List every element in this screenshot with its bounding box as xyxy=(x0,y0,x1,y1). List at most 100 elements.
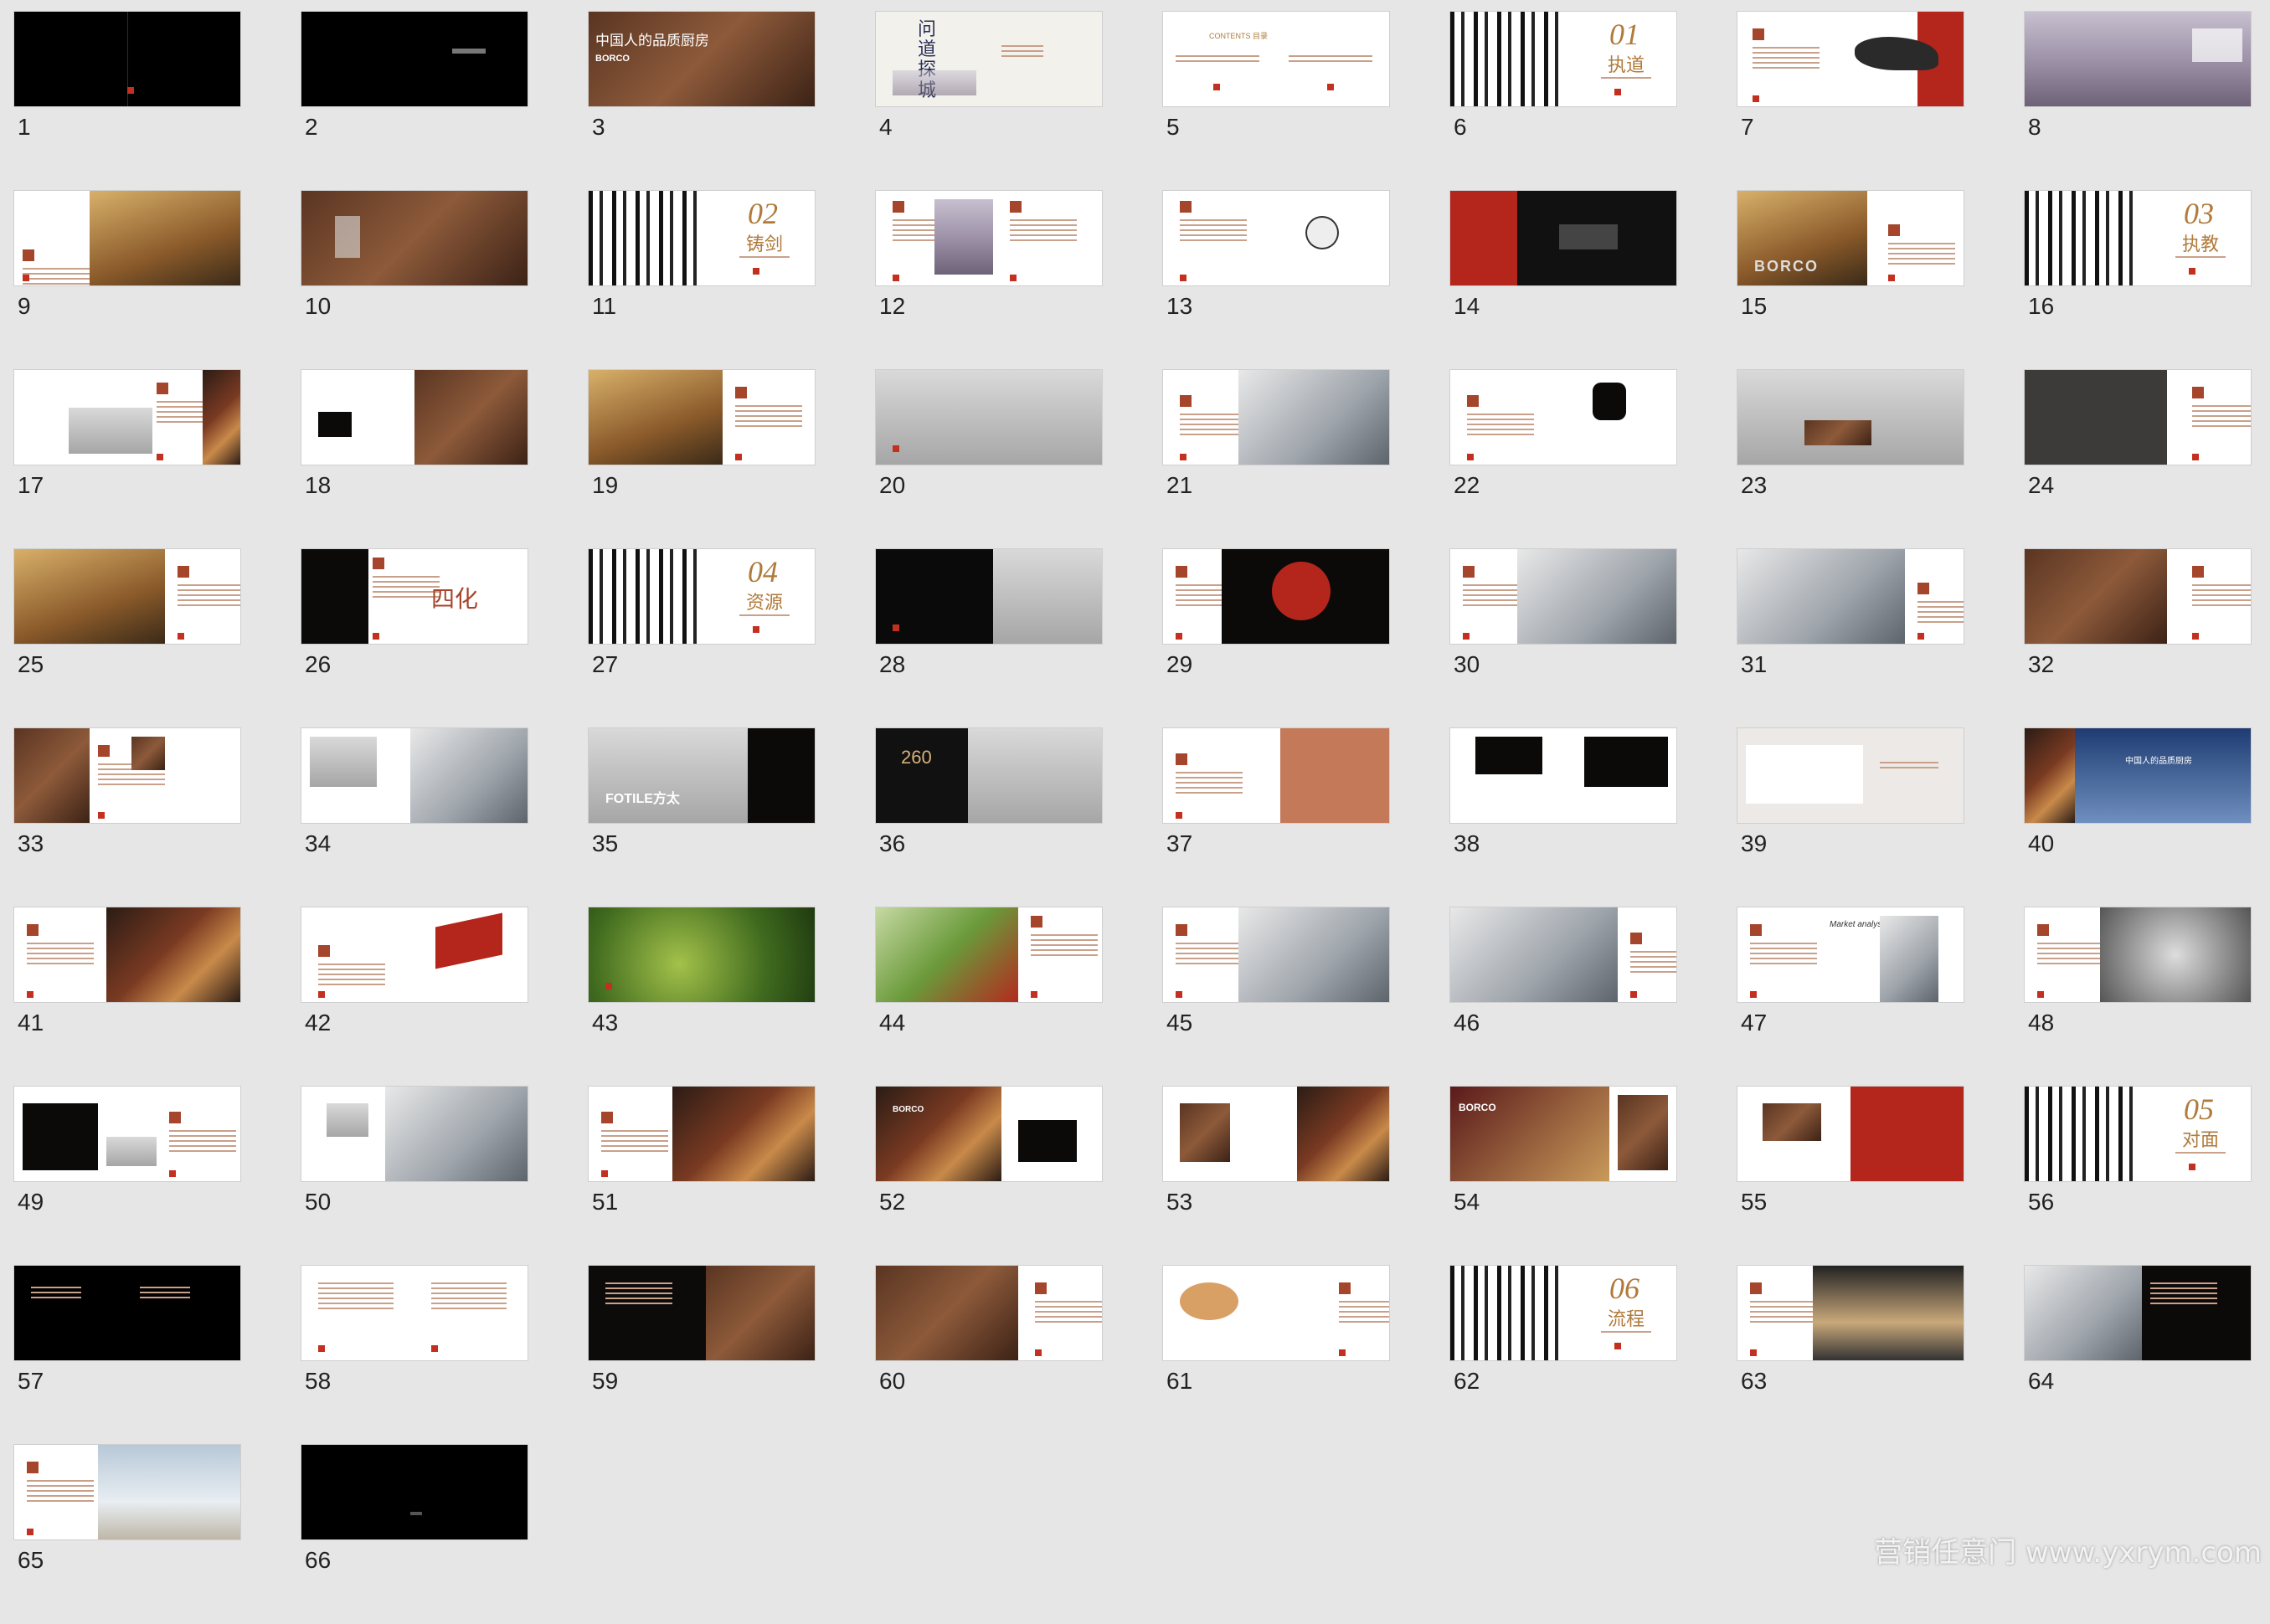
slide-item[interactable]: 四化 26 xyxy=(301,549,528,728)
slide-item[interactable]: 25 xyxy=(14,549,240,728)
slide-item[interactable]: 63 xyxy=(1737,1266,1964,1445)
slide-thumbnail[interactable] xyxy=(589,1266,815,1360)
slide-item[interactable]: 37 xyxy=(1163,728,1389,907)
slide-item[interactable]: BORCO 15 xyxy=(1737,191,1964,370)
slide-item[interactable]: 59 xyxy=(589,1266,815,1445)
slide-thumbnail[interactable] xyxy=(14,1087,240,1181)
slide-thumbnail[interactable] xyxy=(1163,1087,1389,1181)
slide-item[interactable]: 17 xyxy=(14,370,240,549)
slide-item[interactable]: 28 xyxy=(876,549,1102,728)
slide-item[interactable]: 32 xyxy=(2025,549,2251,728)
slide-item[interactable]: 8 xyxy=(2025,12,2251,191)
slide-thumbnail[interactable] xyxy=(876,1266,1102,1360)
slide-item[interactable]: 34 xyxy=(301,728,528,907)
slide-item[interactable]: 43 xyxy=(589,907,815,1087)
slide-thumbnail[interactable] xyxy=(1737,1266,1964,1360)
slide-thumbnail[interactable] xyxy=(14,1266,240,1360)
slide-thumbnail[interactable] xyxy=(301,907,528,1002)
slide-thumbnail[interactable] xyxy=(589,907,815,1002)
slide-thumbnail[interactable]: 中国人的品质厨房 xyxy=(2025,728,2251,823)
slide-item[interactable]: 46 xyxy=(1450,907,1676,1087)
slide-item[interactable]: 61 xyxy=(1163,1266,1389,1445)
slide-item[interactable]: BORCO 54 xyxy=(1450,1087,1676,1266)
slide-item[interactable]: 9 xyxy=(14,191,240,370)
slide-thumbnail[interactable] xyxy=(1450,549,1676,644)
slide-thumbnail[interactable] xyxy=(1737,12,1964,106)
slide-thumbnail[interactable] xyxy=(14,728,240,823)
slide-thumbnail[interactable]: CONTENTS 目录 xyxy=(1163,12,1389,106)
slide-thumbnail[interactable] xyxy=(1450,370,1676,465)
slide-thumbnail[interactable] xyxy=(589,1087,815,1181)
slide-item[interactable]: 12 xyxy=(876,191,1102,370)
slide-thumbnail[interactable] xyxy=(876,191,1102,285)
slide-thumbnail[interactable] xyxy=(301,12,528,106)
slide-thumbnail[interactable]: 260 xyxy=(876,728,1102,823)
slide-item[interactable]: 06 流程 62 xyxy=(1450,1266,1676,1445)
slide-item[interactable]: 49 xyxy=(14,1087,240,1266)
slide-thumbnail[interactable] xyxy=(14,1445,240,1539)
slide-thumbnail[interactable] xyxy=(14,12,240,106)
slide-item[interactable]: 42 xyxy=(301,907,528,1087)
slide-item[interactable]: 21 xyxy=(1163,370,1389,549)
slide-item[interactable]: 260 36 xyxy=(876,728,1102,907)
slide-thumbnail[interactable] xyxy=(2025,1266,2251,1360)
slide-thumbnail[interactable] xyxy=(1163,907,1389,1002)
slide-item[interactable]: 1 xyxy=(14,12,240,191)
slide-thumbnail[interactable] xyxy=(2025,12,2251,106)
slide-thumbnail[interactable] xyxy=(876,370,1102,465)
slide-item[interactable]: 64 xyxy=(2025,1266,2251,1445)
slide-item[interactable]: 60 xyxy=(876,1266,1102,1445)
slide-item[interactable]: 58 xyxy=(301,1266,528,1445)
slide-item[interactable]: 30 xyxy=(1450,549,1676,728)
slide-thumbnail[interactable] xyxy=(1737,1087,1964,1181)
slide-thumbnail[interactable] xyxy=(2025,549,2251,644)
slide-thumbnail[interactable] xyxy=(301,1087,528,1181)
slide-thumbnail[interactable] xyxy=(876,549,1102,644)
slide-thumbnail[interactable] xyxy=(14,907,240,1002)
slide-item[interactable]: 20 xyxy=(876,370,1102,549)
slide-item[interactable]: BORCO 52 xyxy=(876,1087,1102,1266)
slide-thumbnail[interactable]: 四化 xyxy=(301,549,528,644)
slide-item[interactable]: 02 铸剑 11 xyxy=(589,191,815,370)
slide-item[interactable]: 44 xyxy=(876,907,1102,1087)
slide-item[interactable]: 13 xyxy=(1163,191,1389,370)
slide-item[interactable]: 51 xyxy=(589,1087,815,1266)
slide-item[interactable]: 24 xyxy=(2025,370,2251,549)
slide-thumbnail[interactable] xyxy=(301,191,528,285)
slide-thumbnail[interactable] xyxy=(1737,549,1964,644)
slide-thumbnail[interactable] xyxy=(301,370,528,465)
slide-item[interactable]: 22 xyxy=(1450,370,1676,549)
slide-thumbnail[interactable] xyxy=(301,728,528,823)
slide-thumbnail[interactable] xyxy=(2025,907,2251,1002)
slide-item[interactable]: 18 xyxy=(301,370,528,549)
slide-item[interactable]: 05 对面 56 xyxy=(2025,1087,2251,1266)
slide-item[interactable]: 55 xyxy=(1737,1087,1964,1266)
slide-item[interactable]: 45 xyxy=(1163,907,1389,1087)
slide-thumbnail[interactable]: 04 资源 xyxy=(589,549,815,644)
slide-item[interactable]: Market analysis 47 xyxy=(1737,907,1964,1087)
slide-item[interactable]: 中国人的品质厨房 40 xyxy=(2025,728,2251,907)
slide-thumbnail[interactable] xyxy=(1163,549,1389,644)
slide-thumbnail[interactable]: BORCO xyxy=(876,1087,1102,1181)
slide-thumbnail[interactable] xyxy=(14,370,240,465)
slide-thumbnail[interactable] xyxy=(1450,907,1676,1002)
slide-thumbnail[interactable]: 03 执教 xyxy=(2025,191,2251,285)
slide-thumbnail[interactable] xyxy=(14,191,240,285)
slide-thumbnail[interactable] xyxy=(1737,370,1964,465)
slide-item[interactable]: 03 执教 16 xyxy=(2025,191,2251,370)
slide-item[interactable]: 01 执道 6 xyxy=(1450,12,1676,191)
slide-item[interactable]: 问道 探城 4 xyxy=(876,12,1102,191)
slide-thumbnail[interactable] xyxy=(14,549,240,644)
slide-item[interactable]: 50 xyxy=(301,1087,528,1266)
slide-thumbnail[interactable]: 01 执道 xyxy=(1450,12,1676,106)
slide-item[interactable]: 10 xyxy=(301,191,528,370)
slide-thumbnail[interactable]: Market analysis xyxy=(1737,907,1964,1002)
slide-item[interactable]: 14 xyxy=(1450,191,1676,370)
slide-item[interactable]: 39 xyxy=(1737,728,1964,907)
slide-thumbnail[interactable]: BORCO xyxy=(1737,191,1964,285)
slide-item[interactable]: 中国人的品质厨房 BORCO 3 xyxy=(589,12,815,191)
slide-thumbnail[interactable] xyxy=(1163,370,1389,465)
slide-thumbnail[interactable] xyxy=(2025,370,2251,465)
slide-item[interactable]: 38 xyxy=(1450,728,1676,907)
slide-thumbnail[interactable]: FOTILE方太 xyxy=(589,728,815,823)
